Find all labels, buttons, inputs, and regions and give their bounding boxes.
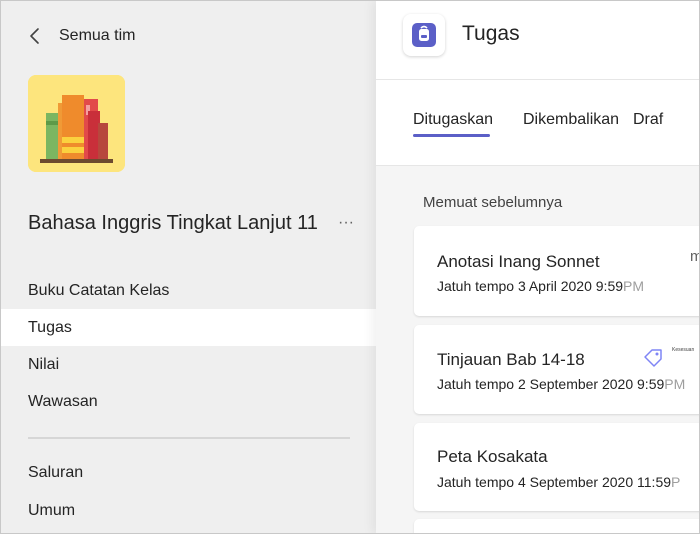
- load-previous-link[interactable]: Memuat sebelumnya: [423, 194, 562, 211]
- assignment-title: Peta Kosakata: [437, 447, 548, 466]
- nav-item-class-notebook[interactable]: Buku Catatan Kelas: [0, 272, 376, 309]
- assignment-card[interactable]: Anotasi Inang Sonnet Jatuh tempo 3 April…: [414, 226, 700, 316]
- assignment-due-date: Jatuh tempo 3 April 2020 9:59PM: [437, 278, 645, 294]
- books-icon: [28, 75, 125, 172]
- team-sidebar: Semua tim Bahasa Inggris Tingkat Lanjut …: [0, 0, 376, 534]
- more-options-icon[interactable]: ···: [338, 214, 354, 232]
- assignments-panel: Tugas Ditugaskan Dikembalikan Draf Memua…: [376, 0, 700, 534]
- assignment-due-date: Jatuh tempo 4 September 2020 11:59P: [437, 474, 681, 490]
- page-title: Tugas: [462, 22, 520, 45]
- tab-returned[interactable]: Dikembalikan: [523, 111, 619, 129]
- tag-label: Kesesuan: [672, 347, 695, 353]
- nav-item-grades[interactable]: Nilai: [0, 346, 376, 383]
- team-name: Bahasa Inggris Tingkat Lanjut 11: [28, 212, 318, 234]
- channel-item-general[interactable]: Umum: [0, 492, 376, 530]
- assignment-title: Anotasi Inang Sonnet: [437, 252, 600, 271]
- assignment-card[interactable]: Peta Kosakata Jatuh tempo 4 September 20…: [414, 423, 700, 511]
- sidebar-divider: [28, 437, 350, 439]
- team-nav: Buku Catatan Kelas Tugas Nilai Wawasan: [0, 272, 376, 420]
- backpack-icon: [403, 14, 445, 56]
- truncated-text: m: [690, 248, 700, 265]
- app-header: Tugas: [376, 0, 700, 80]
- back-label: Semua tim: [59, 27, 136, 44]
- assignment-card[interactable]: Tinjauan Bab 14-18 Jatuh tempo 2 Septemb…: [414, 325, 700, 414]
- back-to-all-teams-button[interactable]: Semua tim: [28, 26, 135, 46]
- tag-icon: [644, 349, 662, 367]
- tab-assigned[interactable]: Ditugaskan: [413, 111, 493, 129]
- assignment-card[interactable]: [414, 519, 700, 534]
- active-tab-indicator: [413, 134, 490, 137]
- chevron-left-icon: [30, 28, 39, 44]
- tab-drafts[interactable]: Draf: [633, 111, 663, 129]
- channels-header[interactable]: Saluran: [0, 454, 376, 492]
- assignment-tabs: Ditugaskan Dikembalikan Draf: [376, 80, 700, 166]
- nav-item-insights[interactable]: Wawasan: [0, 383, 376, 420]
- channel-list: Saluran Umum: [0, 454, 376, 530]
- assignment-title: Tinjauan Bab 14-18: [437, 350, 585, 369]
- nav-item-assignments[interactable]: Tugas: [0, 309, 376, 346]
- team-avatar: [28, 75, 125, 172]
- assignment-due-date: Jatuh tempo 2 September 2020 9:59PM: [437, 376, 686, 392]
